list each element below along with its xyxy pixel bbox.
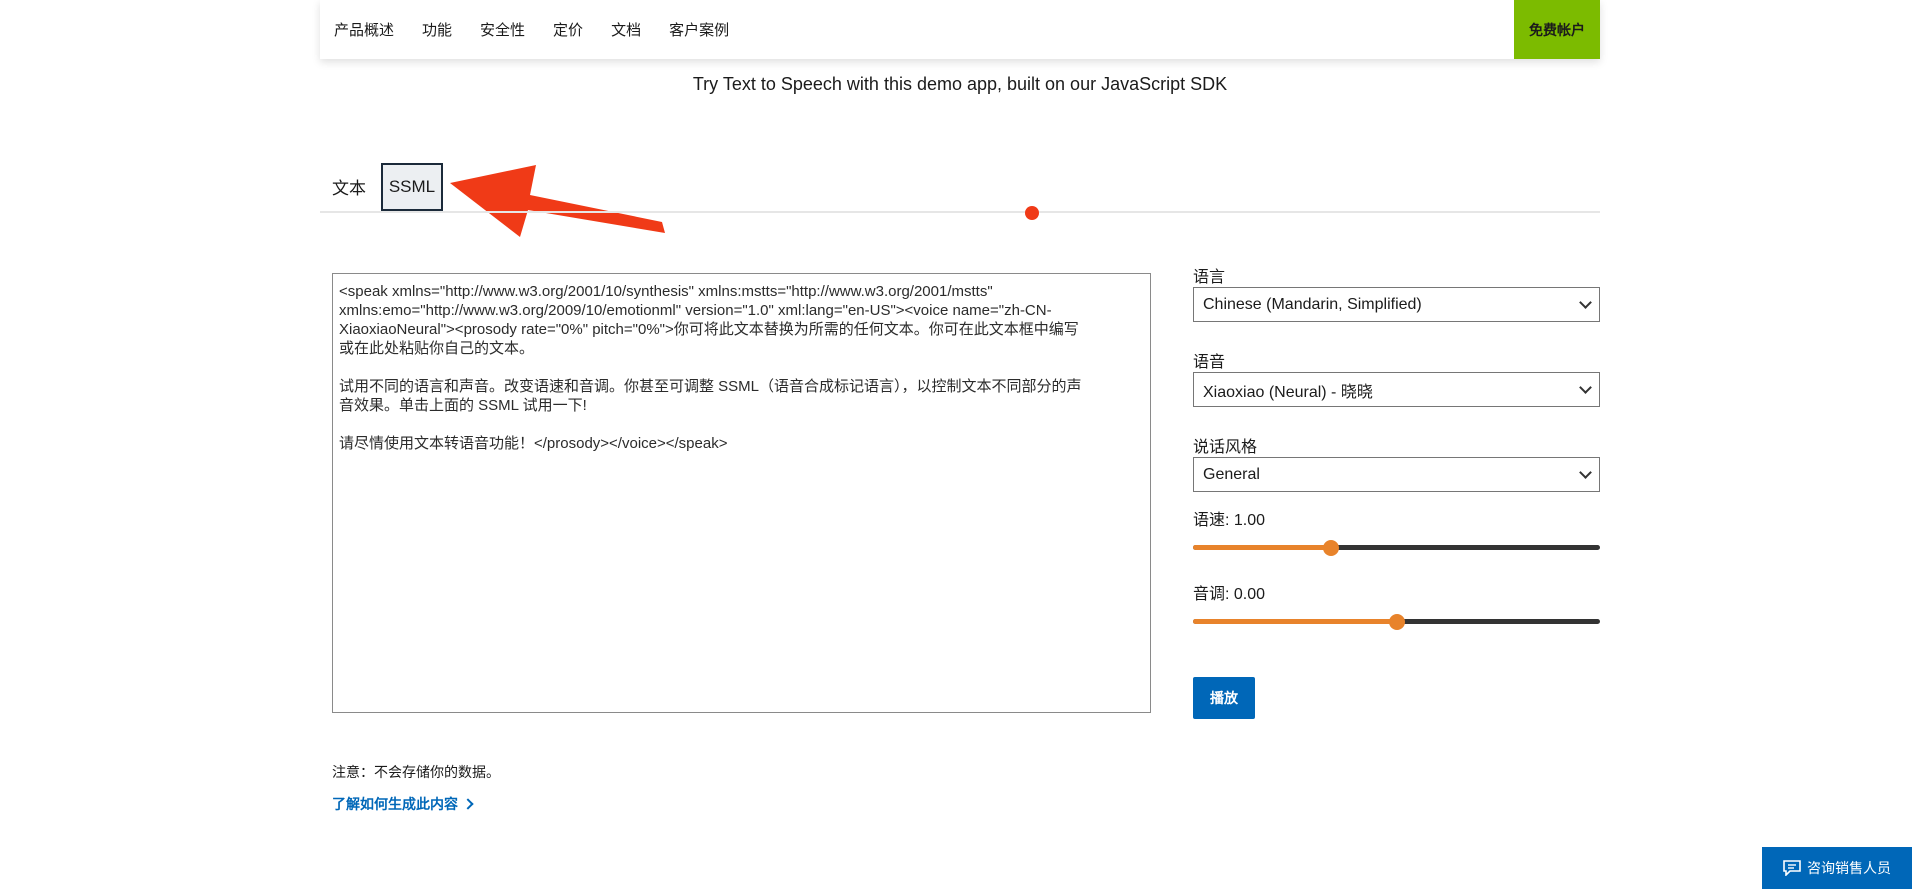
red-arrow-annotation-icon [450,165,665,237]
slider-fill [1193,619,1397,624]
learn-more-label: 了解如何生成此内容 [332,796,458,812]
nav-item-features[interactable]: 功能 [422,19,452,40]
language-select[interactable]: Chinese (Mandarin, Simplified) [1193,287,1600,322]
tab-text[interactable]: 文本 [332,174,366,199]
contact-sales-label: 咨询销售人员 [1807,860,1891,876]
slider-thumb[interactable] [1323,540,1340,556]
nav-item-customers[interactable]: 客户案例 [669,19,729,40]
contact-sales-button[interactable]: 咨询销售人员 [1762,847,1912,889]
pitch-slider[interactable] [1193,612,1600,632]
top-navigation: 产品概述 功能 安全性 定价 文档 客户案例 免费帐户 [320,0,1600,59]
nav-item-docs[interactable]: 文档 [611,19,641,40]
page-subtitle: Try Text to Speech with this demo app, b… [692,74,1228,94]
red-dot-annotation [1025,206,1039,220]
tab-divider [320,211,1600,213]
chat-icon [1783,860,1801,876]
nav-item-security[interactable]: 安全性 [480,19,525,40]
nav-item-overview[interactable]: 产品概述 [334,19,394,40]
chevron-down-icon [1579,466,1592,479]
style-select-value: General [1203,465,1260,483]
free-account-button[interactable]: 免费帐户 [1514,0,1600,59]
voice-select-value: Xiaoxiao (Neural) - 晓晓 [1203,383,1373,401]
chevron-down-icon [1579,296,1592,309]
voice-label: 语音 [1193,354,1226,371]
rate-slider[interactable] [1193,538,1600,558]
chevron-right-icon [462,798,474,810]
chevron-down-icon [1579,381,1592,394]
language-select-value: Chinese (Mandarin, Simplified) [1203,295,1422,313]
style-select[interactable]: General [1193,457,1600,492]
rate-label: 语速: 1.00 [1193,512,1266,529]
ssml-textarea[interactable]: <speak xmlns="http://www.w3.org/2001/10/… [332,273,1151,713]
nav-items: 产品概述 功能 安全性 定价 文档 客户案例 [334,0,757,59]
voice-select[interactable]: Xiaoxiao (Neural) - 晓晓 [1193,372,1600,407]
tab-ssml[interactable]: SSML [381,163,443,211]
learn-more-link[interactable]: 了解如何生成此内容 [332,794,474,814]
language-label: 语言 [1193,269,1226,286]
pitch-label: 音调: 0.00 [1193,586,1266,603]
slider-thumb[interactable] [1388,614,1405,630]
privacy-note: 注意：不会存储你的数据。 [332,764,500,780]
style-label: 说话风格 [1193,439,1258,456]
slider-fill [1193,545,1332,550]
play-button[interactable]: 播放 [1193,677,1255,719]
nav-item-pricing[interactable]: 定价 [553,19,583,40]
